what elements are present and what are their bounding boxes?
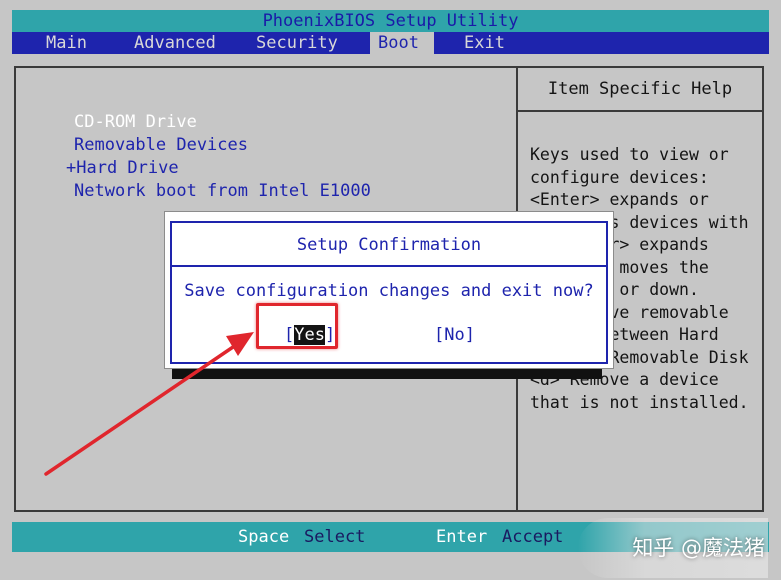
menu-boot[interactable]: Boot (370, 32, 434, 54)
boot-item-cdrom[interactable]: CD-ROM Drive (74, 112, 197, 132)
dialog-question: Save configuration changes and exit now? (184, 281, 594, 301)
boot-item-hard-drive[interactable]: +Hard Drive (66, 158, 179, 178)
boot-item-network[interactable]: Network boot from Intel E1000 (74, 181, 371, 201)
menu-exit[interactable]: Exit (456, 32, 513, 54)
help-line: that is not installed. (530, 392, 749, 412)
boot-item-removable[interactable]: Removable Devices (74, 135, 248, 155)
help-line: Keys used to view or (530, 145, 729, 164)
help-line: configure devices: (530, 167, 709, 187)
help-line: <Enter> expands or (530, 190, 709, 209)
dialog-frame: Setup Confirmation Save configuration ch… (170, 221, 608, 364)
menu-main[interactable]: Main (38, 32, 95, 54)
zhihu-watermark: 知乎 @魔法猪 (632, 536, 765, 560)
status-key-space: Space (238, 527, 290, 547)
menu-bar: Main Advanced Security Boot Exit (12, 32, 769, 54)
help-title: Item Specific Help (518, 68, 762, 112)
dialog-title: Setup Confirmation (172, 223, 606, 267)
status-key-enter: Enter (436, 527, 488, 547)
status-desc-accept: Accept (502, 527, 564, 547)
status-desc-select: Select (304, 527, 366, 547)
bios-title: PhoenixBIOS Setup Utility (12, 10, 769, 32)
no-button[interactable]: [No] (434, 325, 475, 345)
highlight-box (256, 303, 338, 349)
setup-confirmation-dialog: Setup Confirmation Save configuration ch… (164, 211, 614, 369)
menu-advanced[interactable]: Advanced (126, 32, 224, 54)
menu-security[interactable]: Security (248, 32, 346, 54)
